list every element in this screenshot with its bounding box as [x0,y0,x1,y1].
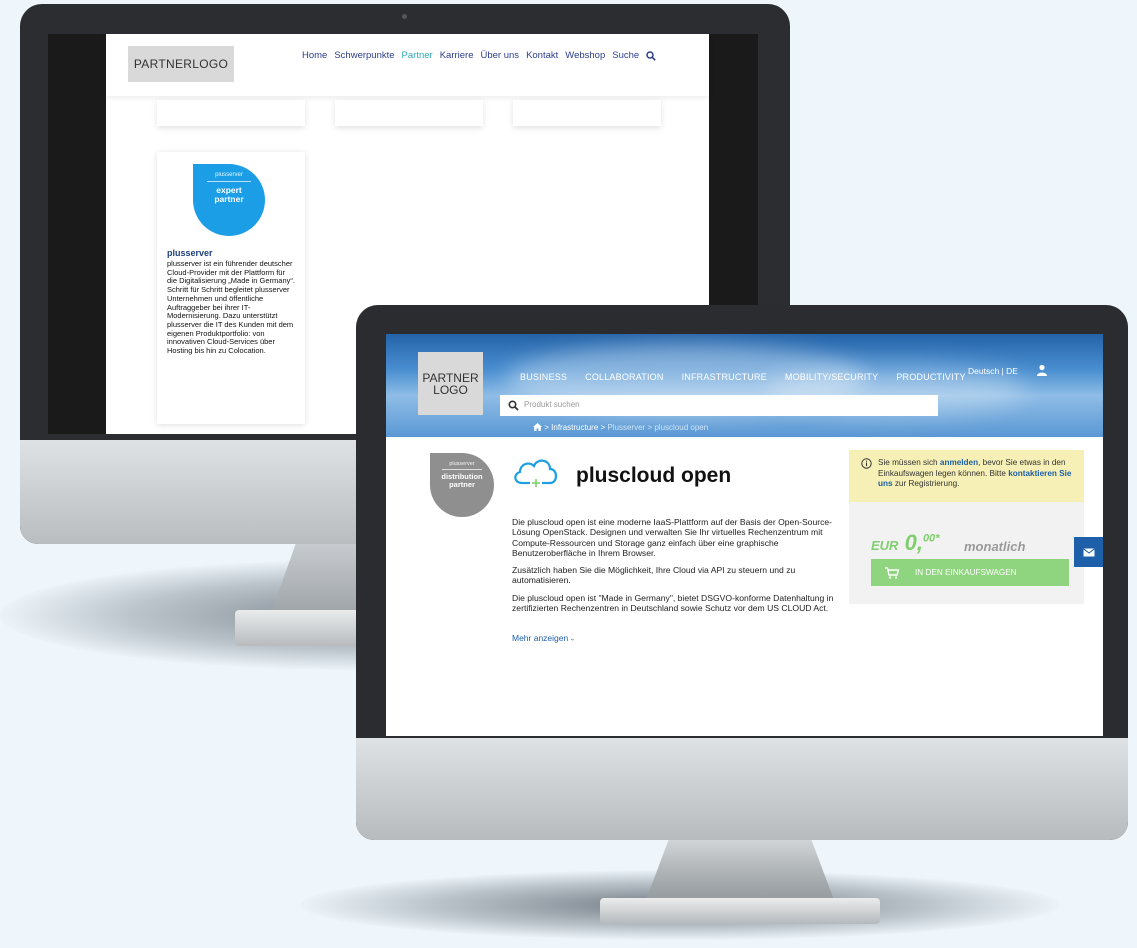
partner-card-partial[interactable] [157,100,305,126]
show-more-link[interactable]: Mehr anzeigen › [512,633,576,643]
price-panel: EUR 0,00* monatlich IN DEN EINKAUFSWAGEN [849,502,1084,604]
product-search-input[interactable]: Produkt suchen [500,395,938,416]
cart-icon [885,566,899,579]
badge-divider [442,469,482,470]
nav-schwerpunkte[interactable]: Schwerpunkte [334,50,394,61]
nav-webshop[interactable]: Webshop [565,50,605,61]
distribution-partner-badge: plusserver distribution partner [430,453,494,517]
description-paragraph: Die pluscloud open ist eine moderne IaaS… [512,517,833,558]
front-monitor-chin [356,738,1128,840]
nav-home[interactable]: Home [302,50,327,61]
breadcrumb-infrastructure[interactable]: Infrastructure [551,423,598,432]
site-header: PARTNERLOGO Home Schwerpunkte Partner Ka… [106,34,709,96]
price-value: EUR 0,00* [871,530,939,556]
breadcrumb-current: pluscloud open [654,423,709,432]
search-icon[interactable] [646,51,656,61]
notice-text: zur Registrierung. [892,479,960,488]
nav-infrastructure[interactable]: INFRASTRUCTURE [682,372,767,382]
search-icon[interactable] [508,400,519,411]
notice-text: Sie müssen sich [878,458,940,467]
price-asterisk: * [935,532,940,545]
front-monitor-screen: PARTNER LOGO BUSINESS COLLABORATION INFR… [386,334,1103,736]
contact-mail-button[interactable] [1074,537,1103,567]
show-more-label: Mehr anzeigen [512,633,569,643]
add-to-cart-label: IN DEN EINKAUFSWAGEN [915,568,1017,577]
badge-brand: plusserver [215,172,243,178]
badge-brand: plusserver [449,461,475,467]
search-placeholder: Produkt suchen [524,400,580,409]
front-monitor-base [600,898,880,924]
partner-card-plusserver[interactable]: plusserver expert partner plusserver plu… [157,152,305,424]
back-monitor-camera [402,14,407,19]
product-title: pluscloud open [576,464,732,487]
info-icon [861,458,872,469]
user-icon[interactable] [1036,364,1048,376]
expert-partner-badge: plusserver expert partner [193,164,265,236]
home-icon[interactable] [533,423,542,431]
breadcrumb-sep: > [544,423,549,432]
login-notice: Sie müssen sich anmelden, bevor Sie etwa… [849,450,1084,502]
nav-productivity[interactable]: PRODUCTIVITY [896,372,965,382]
badge-line2: partner [214,194,244,204]
product-description: Die pluscloud open ist eine moderne IaaS… [512,517,842,620]
cloud-icon [514,459,558,487]
breadcrumb-sep: > [647,423,653,432]
logo-line2: LOGO [433,382,468,397]
price-cents: 00 [922,532,936,545]
description-paragraph: Die pluscloud open ist "Made in Germany"… [512,592,834,614]
badge-divider [207,181,251,182]
nav-mobility-security[interactable]: MOBILITY/SECURITY [785,372,878,382]
partner-card-title[interactable]: plusserver [167,248,213,258]
partner-card-partial[interactable] [513,100,661,126]
login-link[interactable]: anmelden [940,458,978,467]
badge-line2: partner [449,480,475,489]
main-nav: Home Schwerpunkte Partner Karriere Über … [302,50,656,61]
language-switch[interactable]: Deutsch | DE [968,366,1018,376]
category-nav: BUSINESS COLLABORATION INFRASTRUCTURE MO… [520,372,966,382]
price-currency: EUR [871,538,899,553]
partner-logo[interactable]: PARTNERLOGO [128,46,234,82]
partner-logo[interactable]: PARTNER LOGO [418,352,483,415]
mail-icon [1082,547,1095,556]
nav-collaboration[interactable]: COLLABORATION [585,372,663,382]
nav-ueber-uns[interactable]: Über uns [481,50,520,61]
add-to-cart-button[interactable]: IN DEN EINKAUFSWAGEN [871,559,1069,586]
nav-kontakt[interactable]: Kontakt [526,50,558,61]
description-paragraph: Zusätzlich haben Sie die Möglichkeit, Ih… [512,565,796,586]
price-period: monatlich [964,539,1026,554]
nav-partner[interactable]: Partner [402,50,433,61]
partner-card-description: plusserver ist ein führender deutscher C… [167,259,295,356]
partner-card-partial[interactable] [335,100,483,126]
logo-line1: PARTNER [422,370,479,385]
nav-karriere[interactable]: Karriere [440,50,474,61]
breadcrumb-plusserver[interactable]: Plusserver [607,423,645,432]
price-amount: 0, [904,530,923,555]
breadcrumb-sep: > [600,423,606,432]
nav-business[interactable]: BUSINESS [520,372,567,382]
breadcrumb: > Infrastructure > Plusserver > plusclou… [533,423,708,432]
chevron-down-icon: › [568,638,576,641]
nav-suche[interactable]: Suche [612,50,639,61]
